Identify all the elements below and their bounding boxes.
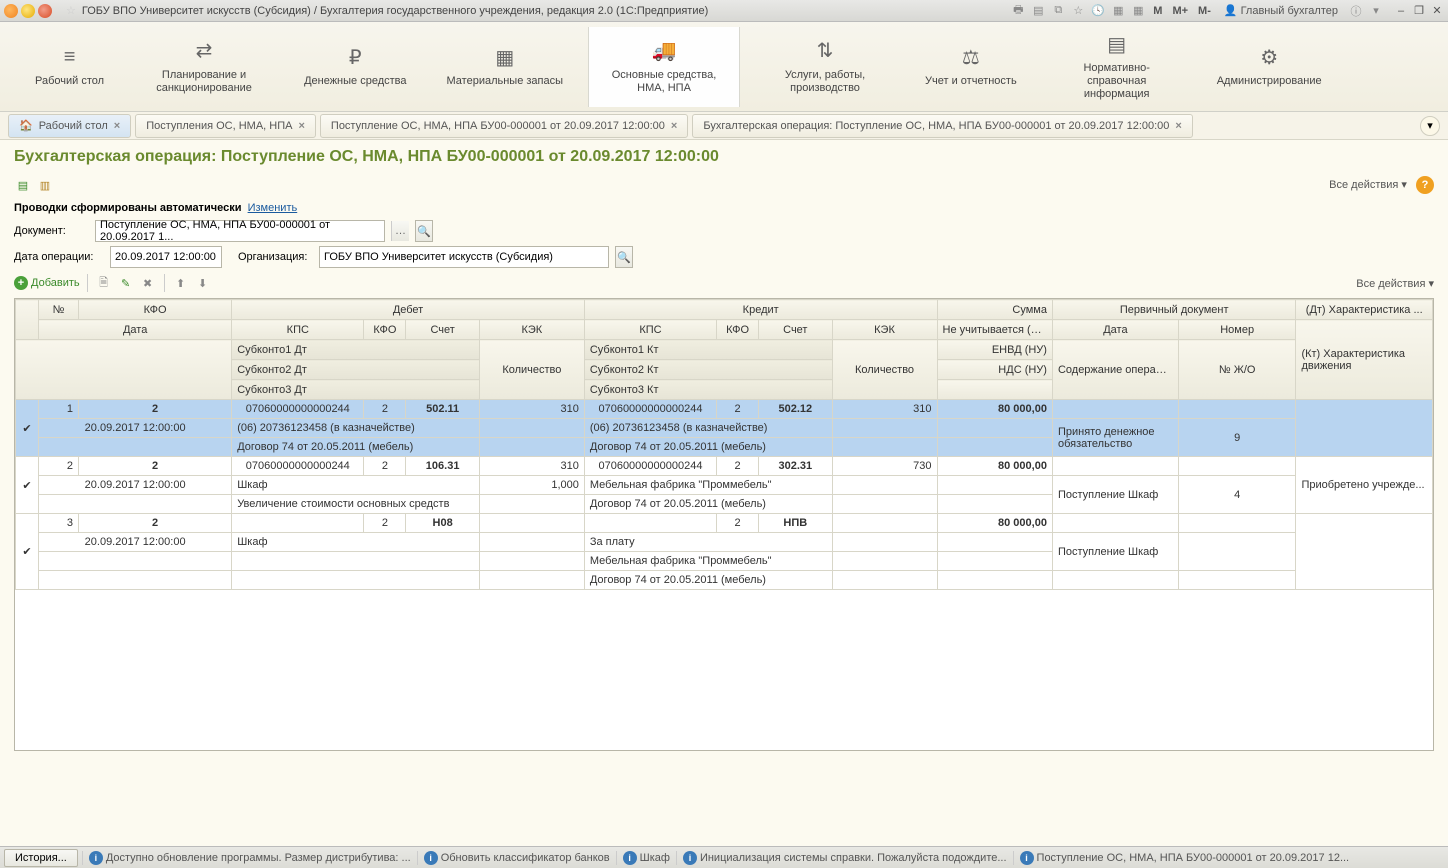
org-input[interactable]: ГОБУ ВПО Университет искусств (Субсидия) [319, 246, 609, 268]
status-item[interactable]: iИнициализация системы справки. Пожалуйс… [676, 851, 1013, 865]
section-nav: ≡Рабочий стол⇄Планирование и санкциониро… [0, 22, 1448, 112]
tabs: 🏠Рабочий стол×Поступления ОС, НМА, НПА×П… [0, 112, 1448, 140]
tab[interactable]: Бухгалтерская операция: Поступление ОС, … [692, 114, 1193, 138]
window-buttons [4, 4, 52, 18]
section-item[interactable]: ▤Нормативно-справочная информация [1042, 27, 1192, 107]
close-icon[interactable]: ✕ [1430, 4, 1444, 18]
info-icon[interactable]: ⓘ [1348, 3, 1364, 19]
section-item[interactable]: ⚙Администрирование [1202, 27, 1337, 107]
section-item[interactable]: 🚚Основные средства, НМА, НПА [588, 27, 740, 107]
titlebar-right: 🖶 ▤ ⧉ ☆ 🕓 ▦ ▦ M M+ M- 👤 Главный бухгалте… [1010, 3, 1444, 19]
titlebar: ☆ ГОБУ ВПО Университет искусств (Субсиди… [0, 0, 1448, 22]
minimize-icon[interactable]: – [1394, 4, 1408, 18]
tab[interactable]: Поступления ОС, НМА, НПА× [135, 114, 316, 138]
tab-close-icon[interactable]: × [298, 120, 304, 132]
info-icon: i [89, 851, 103, 865]
section-item[interactable]: ₽Денежные средства [289, 27, 421, 107]
info-icon: i [424, 851, 438, 865]
window-title: ГОБУ ВПО Университет искусств (Субсидия)… [82, 5, 1010, 17]
tab-dropdown[interactable]: ▾ [1420, 116, 1440, 136]
all-actions-btn[interactable]: Все действия ▾ [1329, 179, 1407, 191]
star-icon[interactable]: ☆ [1070, 3, 1086, 19]
status-item[interactable]: iПоступление ОС, НМА, НПА БУ00-000001 от… [1013, 851, 1356, 865]
auto-line: Проводки сформированы автоматически Изме… [14, 202, 1434, 214]
doc-label: Документ: [14, 225, 89, 237]
date-label: Дата операции: [14, 251, 104, 263]
table-row[interactable]: ✔ 3 2 2Н08 2НПВ 80 000,00 [16, 514, 1433, 533]
mminus-btn[interactable]: M- [1195, 5, 1214, 17]
doc-dd[interactable]: … [391, 221, 409, 241]
status-item[interactable]: iОбновить классификатор банков [417, 851, 616, 865]
tab-close-icon[interactable]: × [1175, 120, 1181, 132]
table-row[interactable]: Договор 74 от 20.05.2011 (мебель) [16, 571, 1433, 590]
tab-close-icon[interactable]: × [114, 120, 120, 132]
info-icon: i [1020, 851, 1034, 865]
change-link[interactable]: Изменить [248, 202, 298, 214]
clock-icon[interactable]: 🕓 [1090, 3, 1106, 19]
small-toolbar: ▤ ▥ [14, 176, 54, 194]
down-icon[interactable]: ⬇ [194, 274, 212, 292]
doc-icon[interactable]: ▥ [36, 176, 54, 194]
doc-input[interactable]: Поступление ОС, НМА, НПА БУ00-000001 от … [95, 220, 385, 242]
calc-icon[interactable]: ▦ [1110, 3, 1126, 19]
statusbar: История... iДоступно обновление программ… [0, 846, 1448, 868]
table: № КФО Дебет Кредит Сумма Первичный докум… [14, 298, 1434, 751]
org-lookup[interactable]: 🔍 [615, 246, 633, 268]
content: Бухгалтерская операция: Поступление ОС, … [0, 140, 1448, 846]
table-row[interactable]: 20.09.2017 12:00:00 Шкаф1,000 Мебельная … [16, 476, 1433, 495]
user-button[interactable]: 👤 Главный бухгалтер [1218, 4, 1344, 17]
copy-icon[interactable]: ⧉ [1050, 3, 1066, 19]
doc-icon[interactable]: ▤ [1030, 3, 1046, 19]
status-item[interactable]: iДоступно обновление программы. Размер д… [82, 851, 417, 865]
col-dtchar[interactable]: (Дт) Характеристика ... [1296, 300, 1433, 320]
col-num[interactable]: № [39, 300, 79, 320]
table-row[interactable]: 20.09.2017 12:00:00 (06) 20736123458 (в … [16, 419, 1433, 438]
edit-icon[interactable]: ✎ [117, 274, 135, 292]
up-icon[interactable]: ⬆ [172, 274, 190, 292]
ak-icon[interactable]: ▤ [14, 176, 32, 194]
page-title: Бухгалтерская операция: Поступление ОС, … [14, 148, 1434, 166]
min-btn[interactable] [21, 4, 35, 18]
tab[interactable]: Поступление ОС, НМА, НПА БУ00-000001 от … [320, 114, 688, 138]
max-btn[interactable] [38, 4, 52, 18]
table-row[interactable]: 20.09.2017 12:00:00 Шкаф За плату Поступ… [16, 533, 1433, 552]
section-item[interactable]: ≡Рабочий стол [20, 27, 119, 107]
col-primary[interactable]: Первичный документ [1052, 300, 1295, 320]
restore-icon[interactable]: ❐ [1412, 4, 1426, 18]
section-item[interactable]: ▦Материальные запасы [432, 27, 579, 107]
favorite-icon[interactable]: ☆ [66, 4, 76, 17]
m-btn[interactable]: M [1150, 5, 1165, 17]
info-icon: i [623, 851, 637, 865]
help-icon[interactable]: ? [1416, 176, 1434, 194]
info-icon: i [683, 851, 697, 865]
org-label: Организация: [238, 251, 313, 263]
col-credit[interactable]: Кредит [584, 300, 937, 320]
tab[interactable]: 🏠Рабочий стол× [8, 114, 131, 138]
section-item[interactable]: ⇄Планирование и санкционирование [129, 27, 279, 107]
col-kfo[interactable]: КФО [78, 300, 231, 320]
date-input[interactable]: 20.09.2017 12:00:00 [110, 246, 222, 268]
tab-close-icon[interactable]: × [671, 120, 677, 132]
col-sum[interactable]: Сумма [937, 300, 1052, 320]
table-row[interactable]: ✔ 2 2 070600000000002442106.31310 070600… [16, 457, 1433, 476]
col-debit[interactable]: Дебет [232, 300, 585, 320]
delete-icon[interactable]: ✖ [139, 274, 157, 292]
table-row[interactable]: ✔ 1 2 070600000000002442502.11310 070600… [16, 400, 1433, 419]
history-button[interactable]: История... [4, 849, 78, 867]
section-item[interactable]: ⚖Учет и отчетность [910, 27, 1032, 107]
cal-icon[interactable]: ▦ [1130, 3, 1146, 19]
copy-icon[interactable]: 🗎 [95, 274, 113, 292]
close-btn[interactable] [4, 4, 18, 18]
all-actions2[interactable]: Все действия ▾ [1356, 277, 1434, 290]
add-button[interactable]: +Добавить [14, 276, 80, 290]
print-icon[interactable]: 🖶 [1010, 3, 1026, 19]
mplus-btn[interactable]: M+ [1169, 5, 1191, 17]
doc-lookup[interactable]: 🔍 [415, 220, 433, 242]
section-item[interactable]: ⇅Услуги, работы, производство [750, 27, 900, 107]
dd-icon[interactable]: ▾ [1368, 3, 1384, 19]
status-item[interactable]: iШкаф [616, 851, 676, 865]
